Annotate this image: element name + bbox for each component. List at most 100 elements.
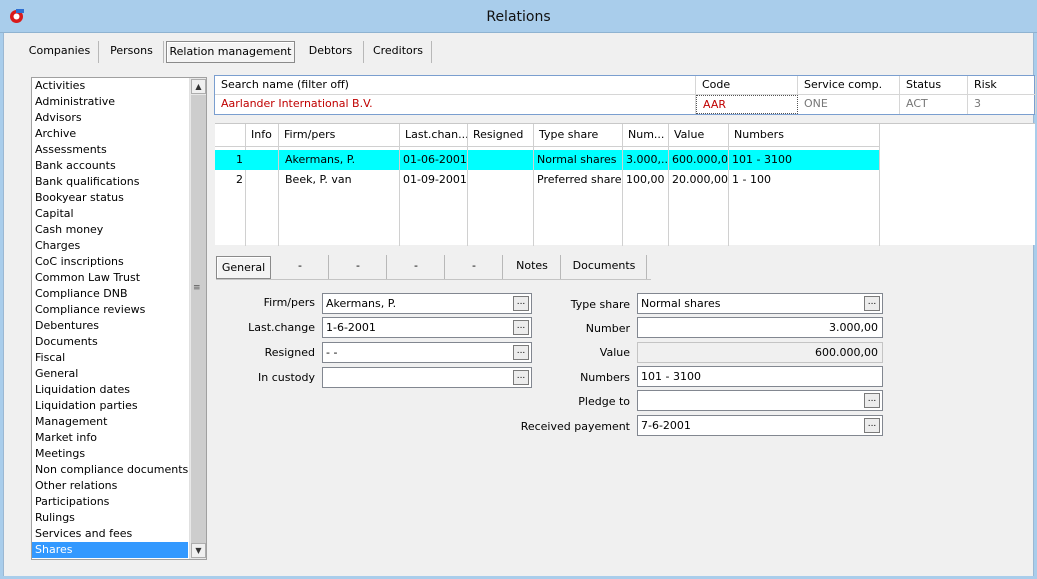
list-item[interactable]: Archive [32,126,188,142]
received-payement-date-button[interactable]: ... [864,418,880,433]
list-item[interactable]: Services and fees [32,526,188,542]
list-item[interactable]: Meetings [32,446,188,462]
received-payement-field[interactable]: 7-6-2001 ... [637,415,883,436]
column-info[interactable]: Info [246,124,279,147]
category-list[interactable]: Activities Administrative Advisors Archive A… [31,77,207,560]
scroll-up-icon[interactable]: ▲ [191,79,206,94]
firm-pers-label: Firm/pers [263,296,315,309]
list-item[interactable]: Cash money [32,222,188,238]
scroll-down-icon[interactable]: ▼ [191,543,206,558]
row-resigned[interactable] [468,150,534,170]
list-item[interactable]: Capital [32,206,188,222]
row-number-shares[interactable]: 100,00 [623,170,669,190]
list-item[interactable]: Assessments [32,142,188,158]
list-item[interactable]: Rulings [32,510,188,526]
row-numbers[interactable]: 1 - 100 [729,170,880,190]
subtab-blank-1[interactable]: - [272,255,329,279]
subtab-blank-2[interactable]: - [330,255,387,279]
tab-relation-management[interactable]: Relation management [166,41,295,63]
relation-name[interactable]: Aarlander International B.V. [215,95,696,114]
list-item[interactable]: Bank accounts [32,158,188,174]
row-last-change[interactable]: 01-09-2001 [400,170,468,190]
relation-header-grid[interactable]: Search name (filter off) Code Service co… [214,75,1036,115]
row-number-shares[interactable]: 3.000,... [623,150,669,170]
last-change-field[interactable]: 1-6-2001 ... [322,317,532,338]
subtab-blank-4[interactable]: - [446,255,503,279]
list-item[interactable]: Charges [32,238,188,254]
list-item[interactable]: Compliance DNB [32,286,188,302]
number-field[interactable]: 3.000,00 [637,317,883,338]
relation-risk[interactable]: 3 [968,95,1036,114]
row-resigned[interactable] [468,170,534,190]
column-last-change[interactable]: Last.chan... [400,124,468,147]
row-last-change[interactable]: 01-06-2001 [400,150,468,170]
row-value[interactable]: 20.000,00 [669,170,729,190]
resigned-field[interactable]: - - ... [322,342,532,363]
pledge-to-field[interactable]: ... [637,390,883,411]
list-item[interactable]: Documents [32,334,188,350]
shares-grid[interactable]: Info Firm/pers Last.chan... Resigned Typ… [215,123,1035,246]
row-info[interactable] [246,170,279,190]
list-item[interactable]: Debentures [32,318,188,334]
type-share-field[interactable]: Normal shares ... [637,293,883,314]
tab-persons[interactable]: Persons [100,41,164,63]
firm-pers-field[interactable]: Akermans, P. ... [322,293,532,314]
list-item[interactable]: Non compliance documents [32,462,188,478]
relation-code[interactable]: AAR [696,95,798,114]
column-value[interactable]: Value [669,124,729,147]
column-type-share[interactable]: Type share [534,124,623,147]
column-number[interactable]: Num... [623,124,669,147]
tab-companies[interactable]: Companies [21,41,99,63]
column-search-name[interactable]: Search name (filter off) [215,76,696,95]
subtab-notes[interactable]: Notes [504,255,561,279]
type-share-lookup-button[interactable]: ... [864,296,880,311]
relation-status[interactable]: ACT [900,95,968,114]
list-item[interactable]: CoC inscriptions [32,254,188,270]
row-firm-pers[interactable]: Akermans, P. [279,150,400,170]
row-info[interactable] [246,150,279,170]
column-firm-pers[interactable]: Firm/pers [279,124,400,147]
column-code[interactable]: Code [696,76,798,95]
row-number: 1 [236,153,243,166]
column-resigned[interactable]: Resigned [468,124,534,147]
list-item[interactable]: Bank qualifications [32,174,188,190]
list-item[interactable]: Fiscal [32,350,188,366]
column-service-comp[interactable]: Service comp. [798,76,900,95]
tab-debtors[interactable]: Debtors [298,41,364,63]
list-item[interactable]: Market info [32,430,188,446]
resigned-label: Resigned [264,346,315,359]
list-item[interactable]: Liquidation parties [32,398,188,414]
list-item[interactable]: General [32,366,188,382]
tab-creditors[interactable]: Creditors [365,41,432,63]
list-item[interactable]: Management [32,414,188,430]
subtab-documents[interactable]: Documents [562,255,647,279]
list-item[interactable]: Advisors [32,110,188,126]
table-row[interactable]: 1 Akermans, P. 01-06-2001 Normal shares … [215,150,880,170]
column-status[interactable]: Status [900,76,968,95]
list-item[interactable]: Participations [32,494,188,510]
list-item[interactable]: Compliance reviews [32,302,188,318]
in-custody-field[interactable]: ... [322,367,532,388]
numbers-label: Numbers [580,371,630,384]
subtab-blank-3[interactable]: - [388,255,445,279]
subtab-general[interactable]: General [216,256,271,279]
column-numbers[interactable]: Numbers [729,124,880,147]
list-item[interactable]: Common Law Trust [32,270,188,286]
relation-service-comp[interactable]: ONE [798,95,900,114]
table-row[interactable]: 2 Beek, P. van 01-09-2001 Preferred shar… [215,170,880,190]
row-firm-pers[interactable]: Beek, P. van [279,170,400,190]
row-numbers[interactable]: 101 - 3100 [729,150,880,170]
list-item[interactable]: Shares [32,542,188,558]
list-item[interactable]: Activities [32,78,188,94]
row-value[interactable]: 600.000,00 [669,150,729,170]
row-type-share[interactable]: Normal shares [534,150,623,170]
list-item[interactable]: Bookyear status [32,190,188,206]
list-item[interactable]: Other relations [32,478,188,494]
list-item[interactable]: Liquidation dates [32,382,188,398]
column-risk[interactable]: Risk [968,76,1036,95]
value-field: 600.000,00 [637,342,883,363]
list-item[interactable]: Administrative [32,94,188,110]
row-type-share[interactable]: Preferred shares [534,170,623,190]
numbers-field[interactable]: 101 - 3100 [637,366,883,387]
pledge-to-lookup-button[interactable]: ... [864,393,880,408]
